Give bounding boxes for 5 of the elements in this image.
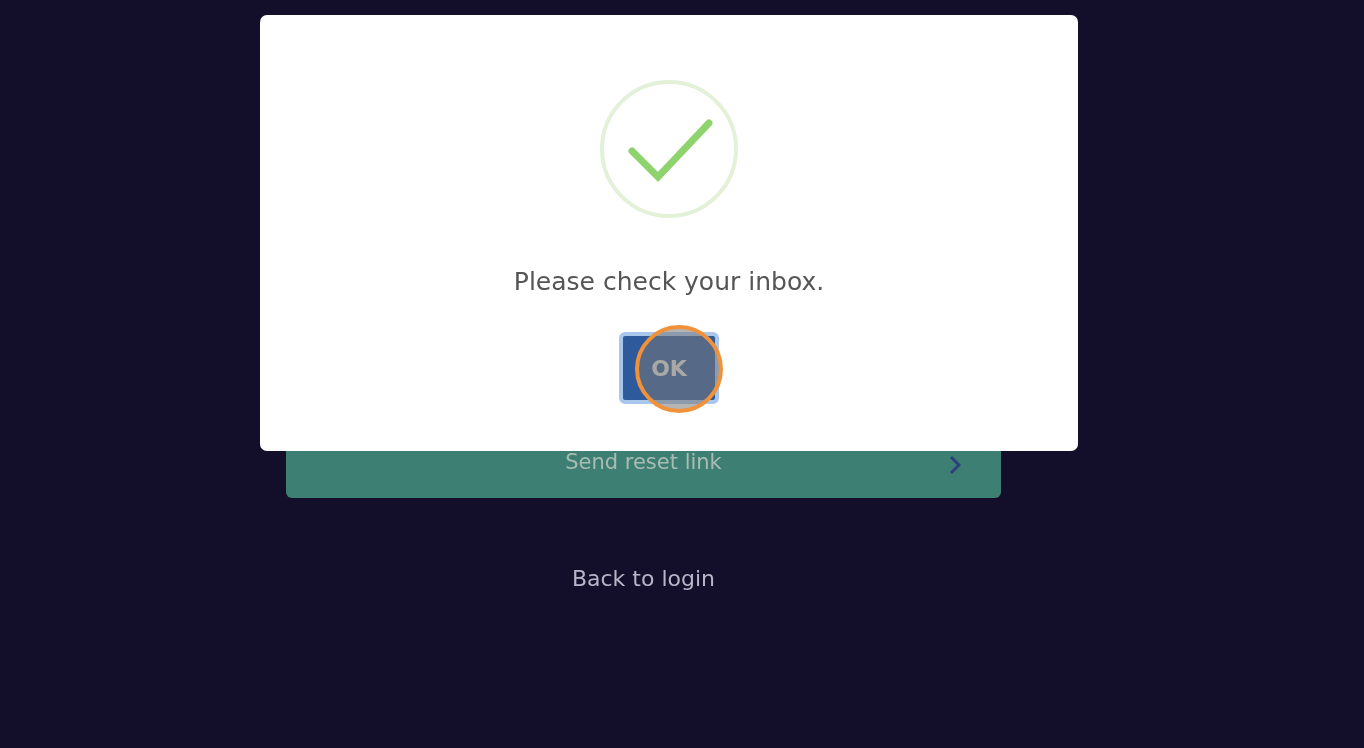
- chevron-right-icon: [949, 455, 961, 475]
- back-to-login-link[interactable]: Back to login: [571, 566, 716, 591]
- ok-button[interactable]: OK: [619, 332, 719, 404]
- dialog-message: Please check your inbox.: [513, 267, 825, 296]
- success-check-icon: [599, 79, 739, 219]
